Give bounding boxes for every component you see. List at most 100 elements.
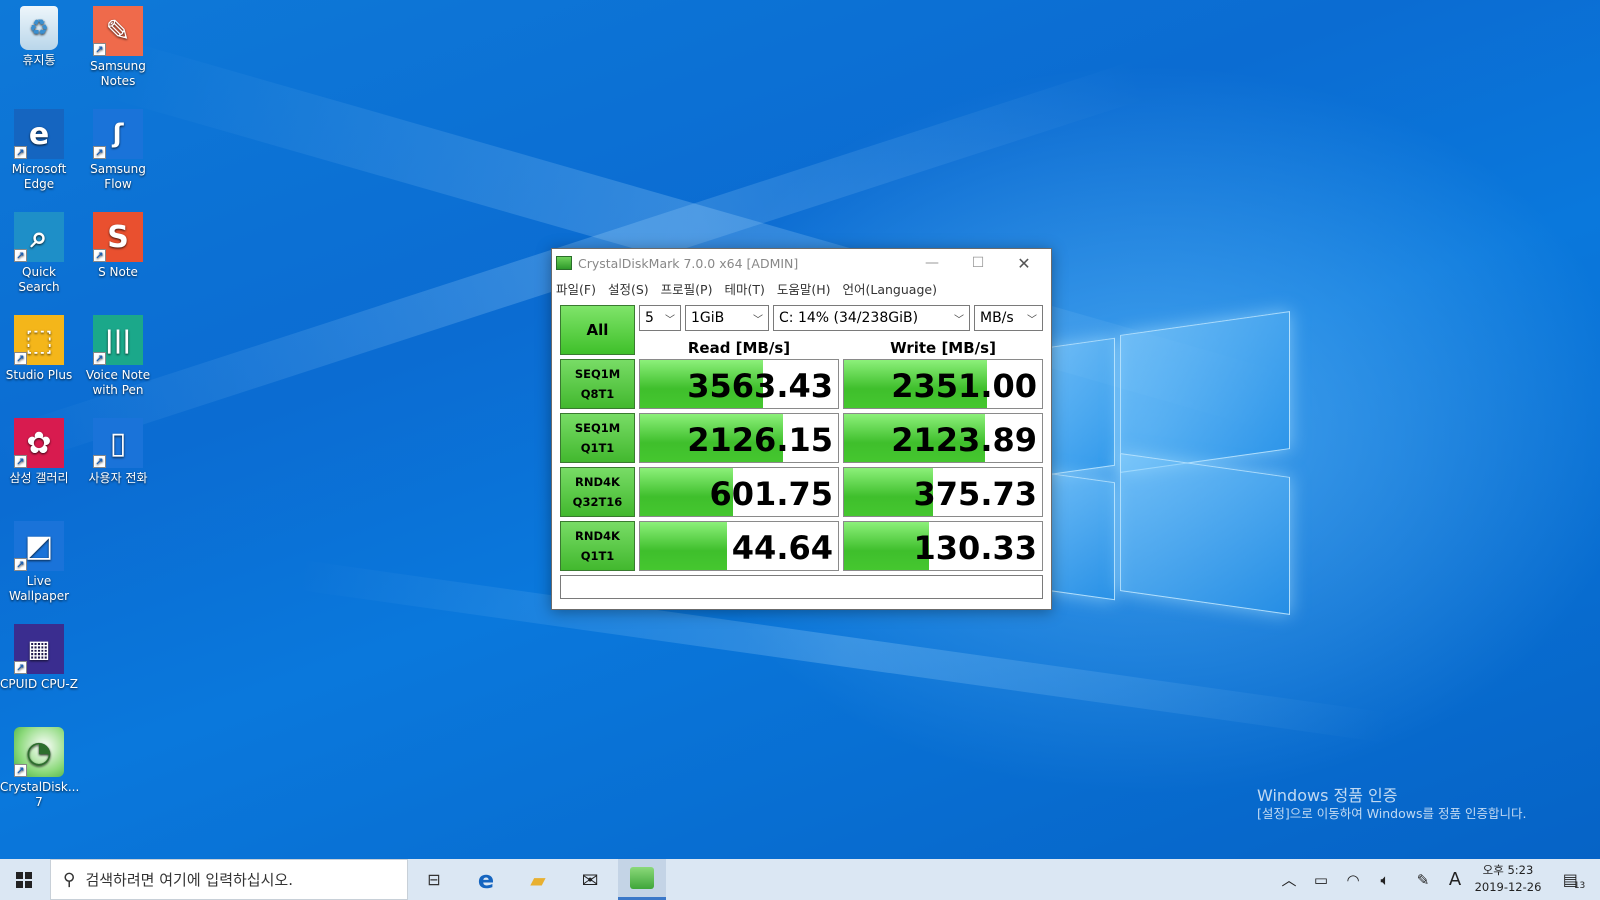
shortcut-arrow-icon: ↗	[14, 558, 27, 571]
s-note-icon: S ↗	[93, 212, 143, 262]
result-read-seq1m-q8t1: 3563.43	[639, 359, 839, 409]
test-label: Q32T16	[572, 495, 623, 509]
desktop-icon-voice-note[interactable]: ||| ↗ Voice Note with Pen	[79, 315, 157, 398]
test-button-seq1m-q1t1[interactable]: SEQ1M Q1T1	[560, 413, 635, 463]
desktop-icon-live-wallpaper[interactable]: ◩ ↗ Live Wallpaper	[0, 521, 78, 604]
desktop-icon-label: 휴지통	[22, 53, 56, 67]
test-button-rnd4k-q1t1[interactable]: RND4K Q1T1	[560, 521, 635, 571]
desktop-icon-edge[interactable]: e ↗ Microsoft Edge	[0, 109, 78, 192]
edge-icon: e	[477, 865, 495, 894]
desktop-icon-s-note[interactable]: S ↗ S Note	[79, 212, 157, 280]
test-button-seq1m-q8t1[interactable]: SEQ1M Q8T1	[560, 359, 635, 409]
battery-button[interactable]: ▭	[1308, 859, 1334, 900]
test-count-select[interactable]: 5 ﹀	[639, 305, 681, 331]
read-header: Read [MB/s]	[687, 339, 791, 357]
minimize-button[interactable]: —	[909, 249, 955, 277]
desktop-icon-label: 삼성 갤러리	[9, 471, 69, 485]
result-value: 375.73	[913, 475, 1037, 513]
chevron-down-icon: ﹀	[954, 315, 964, 326]
title-bar[interactable]: CrystalDiskMark 7.0.0 x64 [ADMIN] — ☐ ✕	[552, 249, 1051, 277]
result-value: 3563.43	[687, 367, 833, 405]
input-method-button[interactable]: A	[1442, 859, 1468, 900]
windows-start-icon	[16, 871, 32, 888]
folder-icon: ▰	[530, 867, 546, 892]
unit-value: MB/s	[980, 310, 1014, 326]
taskbar-crystaldisk-button[interactable]	[618, 859, 666, 900]
test-label: Q1T1	[580, 549, 615, 563]
drive-select[interactable]: C: 14% (34/238GiB) ﹀	[773, 305, 970, 331]
studio-plus-icon: ⬚ ↗	[14, 315, 64, 365]
desktop-icon-phone[interactable]: ▯ ↗ 사용자 전화	[79, 418, 157, 486]
shortcut-arrow-icon: ↗	[93, 249, 106, 262]
test-size-select[interactable]: 1GiB ﹀	[685, 305, 769, 331]
unit-select[interactable]: MB/s ﹀	[974, 305, 1043, 331]
shortcut-arrow-icon: ↗	[14, 249, 27, 262]
show-hidden-icons-button[interactable]: ︿	[1276, 859, 1302, 900]
taskbar-search-box[interactable]: ⚲ 검색하려면 여기에 입력하십시오.	[50, 859, 408, 900]
voice-note-icon: ||| ↗	[93, 315, 143, 365]
clock-date: 2019-12-26	[1474, 880, 1542, 894]
activation-watermark-text: [설정]으로 이동하여 Windows를 정품 인증합니다.	[1257, 806, 1527, 821]
action-center-button[interactable]: ▤ 13	[1556, 859, 1592, 900]
shortcut-arrow-icon: ↗	[14, 352, 27, 365]
drive-value: C: 14% (34/238GiB)	[779, 310, 919, 326]
start-button[interactable]	[0, 859, 48, 900]
chevron-down-icon: ﹀	[665, 315, 675, 326]
run-all-button[interactable]: All	[560, 305, 635, 355]
gallery-icon: ✿ ↗	[14, 418, 64, 468]
network-button[interactable]: ◠	[1340, 859, 1366, 900]
desktop-icon-crystaldisk[interactable]: ◔ ↗ CrystalDisk... 7	[0, 727, 79, 810]
test-button-rnd4k-q32t16[interactable]: RND4K Q32T16	[560, 467, 635, 517]
menu-profile[interactable]: 프로필(P)	[661, 279, 713, 298]
test-label: SEQ1M	[574, 421, 621, 435]
result-write-rnd4k-q1t1: 130.33	[843, 521, 1043, 571]
maximize-button[interactable]: ☐	[955, 249, 1001, 277]
result-value: 44.64	[731, 529, 833, 567]
menu-language[interactable]: 언어(Language)	[843, 279, 937, 298]
shortcut-arrow-icon: ↗	[93, 146, 106, 159]
test-label: SEQ1M	[574, 367, 621, 381]
result-write-seq1m-q1t1: 2123.89	[843, 413, 1043, 463]
test-label: Q1T1	[580, 441, 615, 455]
taskbar-file-explorer-button[interactable]: ▰	[514, 859, 562, 900]
crystaldisk-icon	[556, 256, 572, 270]
search-placeholder: 검색하려면 여기에 입력하십시오.	[85, 871, 293, 889]
menu-help[interactable]: 도움말(H)	[777, 279, 831, 298]
taskbar-mail-button[interactable]: ✉	[566, 859, 614, 900]
shortcut-arrow-icon: ↗	[14, 661, 27, 674]
task-view-button[interactable]: ⊟	[410, 859, 458, 900]
search-icon: ⚲	[63, 869, 76, 890]
taskbar-edge-button[interactable]: e	[462, 859, 510, 900]
desktop-icon-studio-plus[interactable]: ⬚ ↗ Studio Plus	[0, 315, 78, 383]
desktop-icon-recycle-bin[interactable]: ♻ 휴지통	[0, 6, 78, 68]
desktop-icon-label: Samsung Notes	[90, 59, 146, 88]
test-label: RND4K	[575, 529, 620, 543]
desktop-icon-quick-search[interactable]: ⌕ ↗ Quick Search	[0, 212, 78, 295]
taskbar: ⚲ 검색하려면 여기에 입력하십시오. ⊟ e ▰ ✉ ︿ ▭ ◠ 🔈︎ ✎ A…	[0, 859, 1600, 900]
status-comment-box[interactable]	[560, 575, 1043, 599]
window-title: CrystalDiskMark 7.0.0 x64 [ADMIN]	[578, 255, 799, 271]
desktop-icon-label: Studio Plus	[5, 368, 73, 382]
speaker-icon: 🔈︎	[1380, 870, 1390, 889]
mail-icon: ✉	[581, 867, 599, 892]
test-label: Q8T1	[580, 387, 615, 401]
chevron-up-icon: ︿	[1281, 871, 1297, 889]
clock[interactable]: 오후 5:23 2019-12-26	[1468, 862, 1548, 896]
result-read-seq1m-q1t1: 2126.15	[639, 413, 839, 463]
chevron-down-icon: ﹀	[753, 315, 763, 326]
desktop-icon-cpuz[interactable]: ▦ ↗ CPUID CPU-Z	[0, 624, 78, 692]
volume-button[interactable]: 🔈︎	[1372, 859, 1398, 900]
desktop-icon-samsung-notes[interactable]: ✎ ↗ Samsung Notes	[79, 6, 157, 89]
clock-time: 오후 5:23	[1482, 863, 1534, 877]
test-count-value: 5	[645, 310, 654, 326]
menu-theme[interactable]: 테마(T)	[724, 279, 764, 298]
desktop-icon-samsung-flow[interactable]: ʃ ↗ Samsung Flow	[79, 109, 157, 192]
write-header: Write [MB/s]	[890, 339, 996, 357]
menu-file[interactable]: 파일(F)	[556, 279, 596, 298]
close-button[interactable]: ✕	[1001, 249, 1047, 277]
desktop-icon-gallery[interactable]: ✿ ↗ 삼성 갤러리	[0, 418, 78, 486]
test-label: RND4K	[575, 475, 620, 489]
pen-button[interactable]: ✎	[1410, 859, 1436, 900]
menu-settings[interactable]: 설정(S)	[608, 279, 649, 298]
recycle-bin-icon: ♻	[20, 6, 58, 50]
